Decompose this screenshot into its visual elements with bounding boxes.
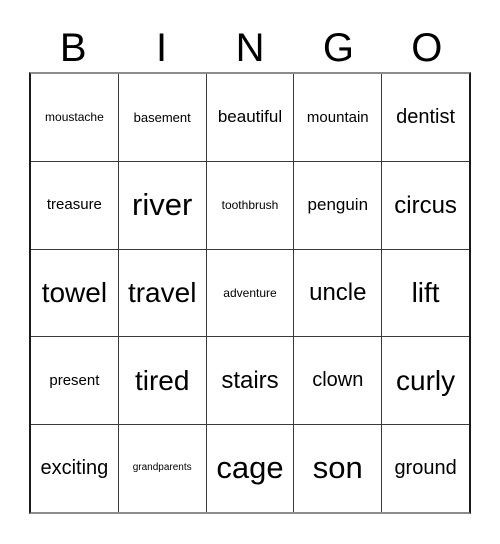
bingo-cell-word: clown xyxy=(312,369,364,392)
bingo-cell-word: uncle xyxy=(309,279,367,307)
bingo-cell[interactable]: curly xyxy=(382,337,469,425)
bingo-header-letter: G xyxy=(322,26,354,70)
bingo-cell-word: river xyxy=(132,186,193,222)
bingo-cell[interactable]: circus xyxy=(382,161,469,249)
bingo-header-letter: B xyxy=(59,26,87,70)
bingo-cell[interactable]: grandparents xyxy=(118,425,207,512)
bingo-cell[interactable]: towel xyxy=(31,249,119,337)
bingo-header-column-i: I xyxy=(117,8,205,72)
bingo-card: B I N G O moustache basement beautiful m… xyxy=(0,0,500,544)
bingo-cell-word: grandparents xyxy=(132,462,192,474)
bingo-cell-word: treasure xyxy=(46,196,102,214)
bingo-cell-word: curly xyxy=(396,365,456,397)
bingo-header-letter: O xyxy=(411,26,443,70)
bingo-cell[interactable]: beautiful xyxy=(206,74,295,161)
bingo-header-column-g: G xyxy=(294,8,382,72)
bingo-cell[interactable]: mountain xyxy=(294,74,383,161)
bingo-cell-word: travel xyxy=(127,277,197,309)
bingo-cell[interactable]: ground xyxy=(382,425,469,512)
bingo-cell[interactable]: toothbrush xyxy=(206,161,295,249)
bingo-row: treasure river toothbrush penguin circus xyxy=(31,161,469,250)
bingo-cell-word: exciting xyxy=(40,457,109,480)
bingo-cell[interactable]: penguin xyxy=(294,161,383,249)
bingo-cell[interactable]: stairs xyxy=(206,337,295,425)
bingo-cell[interactable]: exciting xyxy=(31,425,119,512)
bingo-cell-word: penguin xyxy=(307,195,369,215)
bingo-header-letter: N xyxy=(235,26,265,70)
bingo-grid: moustache basement beautiful mountain de… xyxy=(29,72,471,514)
bingo-cell[interactable]: treasure xyxy=(31,161,119,249)
bingo-cell[interactable]: tired xyxy=(118,337,207,425)
bingo-row: moustache basement beautiful mountain de… xyxy=(31,74,469,162)
bingo-header-letter: I xyxy=(156,26,168,70)
bingo-cell-word: ground xyxy=(394,457,457,480)
bingo-cell[interactable]: dentist xyxy=(382,74,469,161)
bingo-row: towel travel adventure uncle lift xyxy=(31,249,469,338)
bingo-cell[interactable]: basement xyxy=(118,74,207,161)
bingo-cell[interactable]: moustache xyxy=(31,74,119,161)
bingo-cell[interactable]: son xyxy=(294,425,383,512)
bingo-cell-word: toothbrush xyxy=(221,197,279,212)
bingo-cell-word: towel xyxy=(41,277,108,309)
bingo-cell[interactable]: uncle xyxy=(294,249,383,337)
bingo-header-column-n: N xyxy=(206,8,294,72)
bingo-cell-word: present xyxy=(49,371,100,389)
bingo-cell-word: cage xyxy=(216,450,284,486)
bingo-cell[interactable]: lift xyxy=(382,249,469,337)
bingo-cell-word: basement xyxy=(133,109,191,125)
bingo-cell[interactable]: river xyxy=(118,161,207,249)
bingo-cell-word: circus xyxy=(394,191,457,219)
bingo-cell[interactable]: present xyxy=(31,337,119,425)
bingo-cell-word: tired xyxy=(134,365,190,397)
bingo-cell-word: mountain xyxy=(306,108,369,126)
bingo-cell-word: stairs xyxy=(221,367,279,395)
bingo-header-column-b: B xyxy=(29,8,117,72)
bingo-cell[interactable]: clown xyxy=(294,337,383,425)
bingo-cell-word: son xyxy=(312,450,363,486)
bingo-row: present tired stairs clown curly xyxy=(31,337,469,426)
bingo-cell[interactable]: cage xyxy=(206,425,295,512)
bingo-cell-word: beautiful xyxy=(217,107,283,127)
bingo-header-column-o: O xyxy=(383,8,471,72)
bingo-cell-word: lift xyxy=(411,277,440,309)
bingo-cell[interactable]: travel xyxy=(118,249,207,337)
bingo-cell[interactable]: adventure xyxy=(206,249,295,337)
bingo-cell-word: dentist xyxy=(396,105,456,128)
bingo-cell-word: adventure xyxy=(223,285,277,300)
bingo-cell-word: moustache xyxy=(45,110,104,125)
bingo-row: exciting grandparents cage son ground xyxy=(31,425,469,512)
bingo-header: B I N G O xyxy=(29,8,471,72)
